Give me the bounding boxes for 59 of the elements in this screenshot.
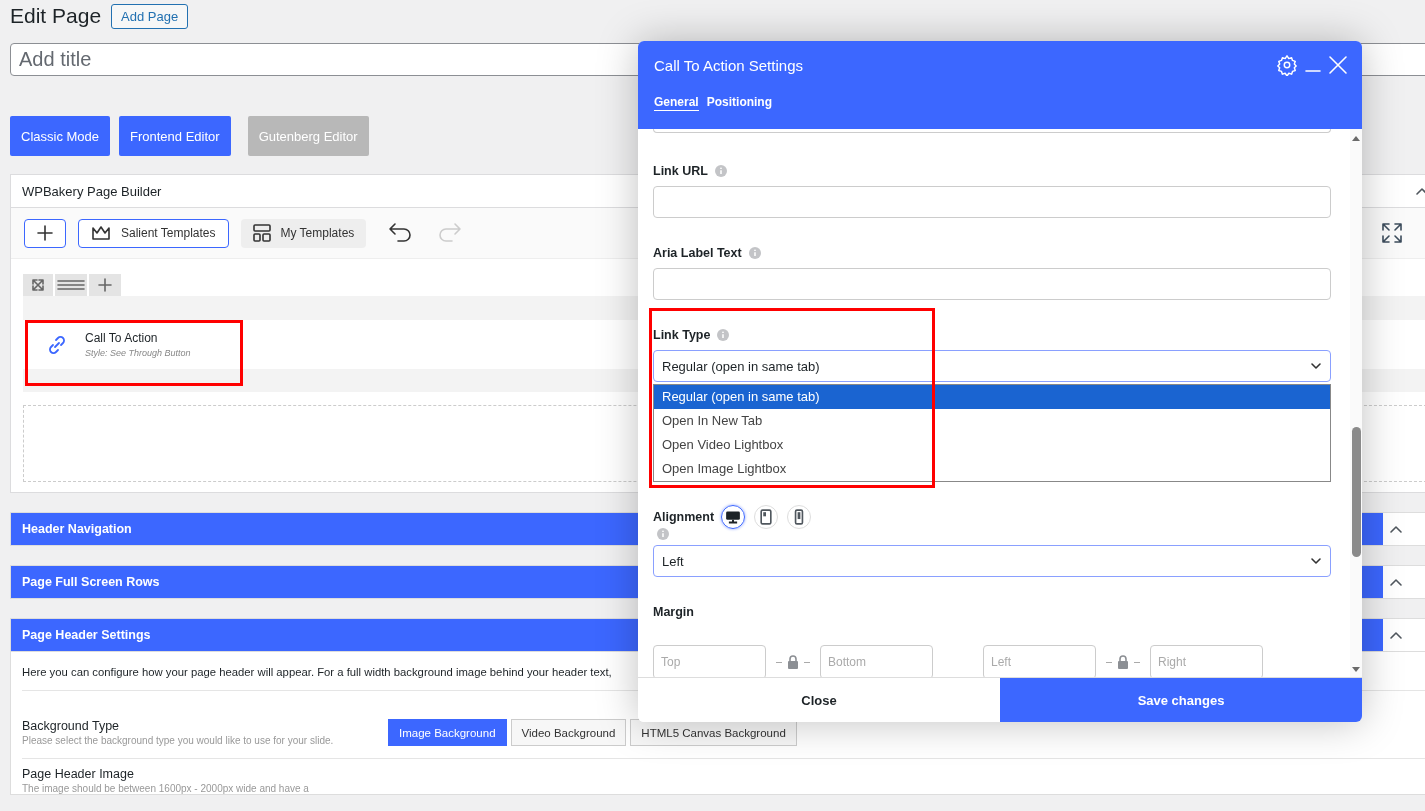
page-title: Edit Page xyxy=(10,4,102,28)
input-field[interactable] xyxy=(653,268,1331,300)
templates-button[interactable]: Salient Templates xyxy=(78,218,229,248)
input-field[interactable] xyxy=(653,186,1331,218)
element-name: Call To Action xyxy=(85,331,159,345)
dropdown-option[interactable]: Open Image Lightbox xyxy=(654,457,1330,481)
link-icon xyxy=(47,334,67,355)
settings-icon[interactable] xyxy=(1276,54,1298,76)
chevron-down-icon xyxy=(1310,360,1322,372)
close-button[interactable]: Close xyxy=(638,678,1000,722)
templates-button[interactable]: My Templates xyxy=(240,218,367,248)
dropdown-option[interactable]: Open Video Lightbox xyxy=(654,433,1330,457)
dropdown-option[interactable]: Open In New Tab xyxy=(654,409,1330,433)
field-help: Please select the background type you would like to use for your slide. xyxy=(22,735,335,746)
move-handle[interactable] xyxy=(23,274,53,296)
lock-icon[interactable] xyxy=(1117,655,1129,669)
crown-icon xyxy=(91,225,111,241)
scroll-up-icon[interactable] xyxy=(1352,135,1360,141)
dialog-tab[interactable]: Positioning xyxy=(706,93,773,111)
field-label: Background Type xyxy=(22,719,121,733)
fullscreen-icon[interactable] xyxy=(1381,222,1404,244)
plus-icon xyxy=(98,278,112,292)
arrows-icon xyxy=(32,279,44,291)
scrollbar-thumb[interactable] xyxy=(1352,427,1361,557)
field-label: Page Header Image xyxy=(22,767,135,781)
menu-icon xyxy=(57,279,85,291)
dialog-title: Call To Action Settings xyxy=(654,56,804,74)
input-field[interactable]: Left xyxy=(983,645,1096,677)
field-label: Link Type xyxy=(653,328,711,342)
option-button[interactable]: Image Background xyxy=(388,719,507,746)
editor-mode-button[interactable]: Frontend Editor xyxy=(119,116,231,156)
element-style: Style: See Through Button xyxy=(85,348,191,358)
close-icon[interactable] xyxy=(1328,55,1348,75)
scroll-down-icon[interactable] xyxy=(1352,667,1360,673)
select-field[interactable]: Regular (open in same tab) xyxy=(653,350,1331,382)
field-help: The image should be between 1600px - 2000px wide and have a xyxy=(22,783,310,794)
field-label: Margin xyxy=(653,605,694,619)
input-field[interactable]: Bottom xyxy=(820,645,933,677)
section-description: Here you can configure how your page header will appear. For a full width background image behind your header text, xyxy=(22,666,612,678)
input-field[interactable]: Top xyxy=(653,645,766,677)
editor-mode-button[interactable]: Classic Mode xyxy=(10,116,111,156)
dropdown-option[interactable]: Regular (open in same tab) xyxy=(654,385,1330,409)
add-page-button[interactable]: Add Page xyxy=(111,3,189,29)
select-field[interactable]: Left xyxy=(653,545,1331,577)
layout-icon xyxy=(252,224,271,242)
field-label: Alignment xyxy=(653,510,715,524)
panel-title: WPBakery Page Builder xyxy=(22,183,162,199)
add-column-button[interactable] xyxy=(89,274,121,296)
dialog-tab[interactable]: General xyxy=(654,93,699,111)
save-button[interactable]: Save changes xyxy=(1000,678,1362,722)
option-button[interactable]: Video Background xyxy=(510,719,627,746)
input-field[interactable]: Right xyxy=(1150,645,1263,677)
lock-icon[interactable] xyxy=(787,655,799,669)
field-label: Link URL xyxy=(653,164,708,178)
chevron-down-icon xyxy=(1310,555,1322,567)
plus-icon xyxy=(37,225,53,241)
field-label: Aria Label Text xyxy=(653,246,742,260)
add-element-button[interactable] xyxy=(24,218,66,248)
layout-handle[interactable] xyxy=(55,274,87,296)
